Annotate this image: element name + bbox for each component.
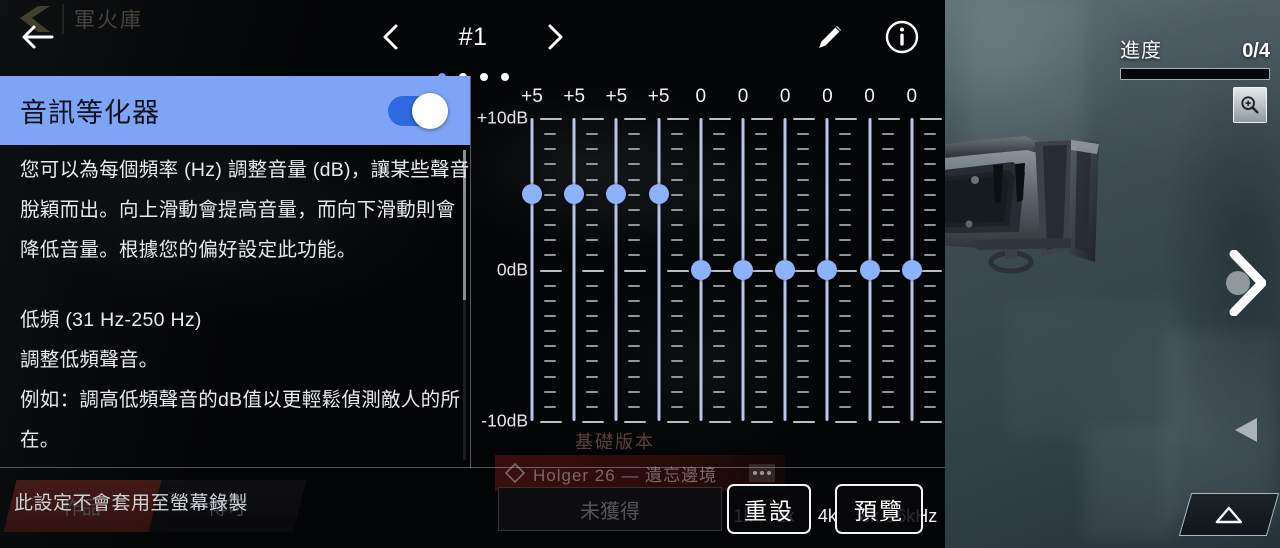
slider-tick bbox=[919, 269, 942, 272]
slider-tick bbox=[923, 239, 936, 242]
weapon-render bbox=[945, 136, 1099, 274]
equalizer-slider[interactable]: 0 bbox=[722, 76, 773, 468]
equalizer-slider[interactable]: +5 bbox=[553, 76, 605, 468]
equalizer-slider[interactable]: +5 bbox=[595, 76, 647, 468]
slider-tick bbox=[923, 330, 936, 333]
slider-tick bbox=[923, 405, 936, 408]
footer-note: 此設定不會套用至螢幕錄製 bbox=[14, 493, 249, 514]
slider-tick bbox=[923, 375, 936, 378]
slider-tick bbox=[923, 163, 936, 166]
slider-tick bbox=[923, 345, 936, 348]
equalizer-slider[interactable]: +5 bbox=[638, 76, 689, 468]
expand-panel-button[interactable] bbox=[1178, 493, 1280, 536]
description-paragraph-3: 例如：調高低頻聲音的dB值以更輕鬆偵測敵人的所在。 bbox=[20, 389, 461, 451]
equalizer-slider[interactable]: 0 bbox=[806, 76, 858, 468]
equalizer-actions: 未獲得 重設 預覽 bbox=[470, 470, 945, 548]
pencil-icon[interactable] bbox=[812, 19, 848, 55]
description-paragraph-1: 您可以為每個頻率 (Hz) 調整音量 (dB)，讓某些聲音脫穎而出。向上滑動會提… bbox=[20, 159, 470, 261]
slider-tick bbox=[923, 284, 936, 287]
slider-handle[interactable] bbox=[564, 183, 585, 204]
slider-tick bbox=[923, 360, 936, 363]
brand-title: 軍火庫 bbox=[74, 9, 143, 32]
equalizer-sliders: +5 +5 +5 +5 0 0 0 0 0 0 bbox=[521, 76, 945, 468]
triangle-left-icon[interactable] bbox=[1233, 416, 1259, 444]
slider-handle[interactable] bbox=[733, 259, 753, 280]
chevron-right-icon[interactable] bbox=[542, 22, 568, 52]
top-navigation-bar: 軍火庫 #1 bbox=[0, 0, 945, 81]
slider-tick bbox=[919, 421, 942, 423]
description-heading-low: 低頻 (31 Hz-250 Hz) bbox=[20, 309, 202, 331]
loadout-pager: #1 bbox=[378, 22, 568, 81]
scrollbar-thumb[interactable] bbox=[463, 150, 466, 300]
equalizer-slider[interactable]: 0 bbox=[849, 76, 900, 468]
slider-handle[interactable] bbox=[775, 259, 796, 280]
description-paragraph-2: 調整低頻聲音。 bbox=[20, 349, 159, 371]
triangle-up-icon bbox=[1215, 506, 1243, 523]
audio-equalizer-header: 音訊等化器 bbox=[0, 76, 470, 145]
slider-tick bbox=[923, 193, 936, 196]
toggle-knob bbox=[412, 92, 448, 129]
progress-bar bbox=[1120, 68, 1270, 80]
back-arrow-icon[interactable] bbox=[20, 20, 56, 54]
preview-button[interactable]: 預覽 bbox=[835, 484, 923, 534]
slider-handle[interactable] bbox=[648, 183, 669, 204]
equalizer-slider[interactable]: 0 bbox=[680, 76, 731, 468]
slider-track[interactable] bbox=[614, 118, 618, 421]
app-root: 進度 0/4 軍火庫 #1 音訊等化器 您可以為每個頻率 (Hz) 調整音量 (… bbox=[0, 0, 1280, 548]
audio-equalizer-toggle[interactable] bbox=[388, 92, 448, 129]
brand-divider bbox=[62, 4, 64, 34]
info-circle-icon[interactable] bbox=[884, 19, 920, 55]
magnifier-plus-icon[interactable] bbox=[1233, 87, 1267, 123]
description-scrollbar[interactable] bbox=[463, 150, 466, 460]
slider-handle[interactable] bbox=[606, 183, 627, 204]
slider-tick bbox=[923, 178, 936, 181]
locked-status-button: 未獲得 bbox=[498, 487, 722, 531]
slider-ticks bbox=[919, 76, 942, 468]
progress-label: 進度 bbox=[1120, 40, 1162, 62]
slider-handle[interactable] bbox=[690, 259, 711, 280]
slider-tick bbox=[923, 314, 936, 317]
slider-handle[interactable] bbox=[859, 259, 880, 280]
slider-handle[interactable] bbox=[817, 259, 838, 280]
equalizer-slider[interactable]: 0 bbox=[891, 76, 942, 468]
slider-tick bbox=[923, 208, 936, 211]
slider-track[interactable] bbox=[572, 118, 576, 421]
progress-indicator: 進度 0/4 bbox=[1120, 34, 1270, 80]
equalizer-chart: +10dB0dB-10dB +5+5+5+5000000 31621252505… bbox=[470, 76, 945, 526]
slider-handle[interactable] bbox=[901, 259, 922, 280]
reset-button[interactable]: 重設 bbox=[727, 484, 811, 534]
slider-track[interactable] bbox=[530, 118, 534, 421]
slider-tick bbox=[923, 224, 936, 227]
progress-value: 0/4 bbox=[1242, 40, 1270, 62]
slider-tick bbox=[923, 254, 936, 257]
loadout-number: #1 bbox=[458, 23, 488, 51]
chevron-right-large-icon[interactable] bbox=[1222, 250, 1266, 316]
slider-tick bbox=[919, 118, 942, 120]
slider-tick bbox=[923, 390, 936, 393]
audio-equalizer-title: 音訊等化器 bbox=[20, 98, 160, 128]
slider-handle[interactable] bbox=[522, 183, 542, 204]
slider-tick bbox=[923, 148, 936, 151]
equalizer-description: 您可以為每個頻率 (Hz) 調整音量 (dB)，讓某些聲音脫穎而出。向上滑動會提… bbox=[20, 150, 470, 460]
equalizer-slider[interactable]: 0 bbox=[764, 76, 816, 468]
slider-tick bbox=[923, 133, 936, 136]
slider-track[interactable] bbox=[657, 118, 661, 421]
equalizer-slider[interactable]: +5 bbox=[511, 76, 562, 468]
slider-tick bbox=[923, 299, 936, 302]
